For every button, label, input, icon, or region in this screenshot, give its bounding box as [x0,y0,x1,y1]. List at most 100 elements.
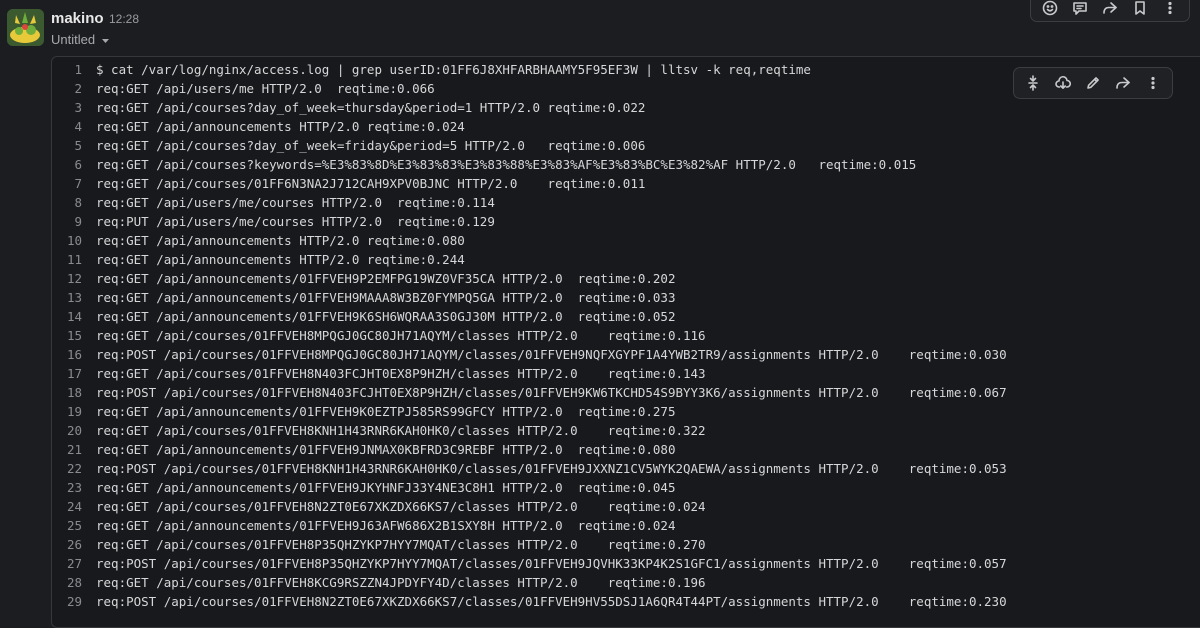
line-text: req:GET /api/announcements/01FFVEH9JNMAX… [96,442,676,457]
line-text: req:GET /api/courses/01FFVEH8N2ZT0E67XKZ… [96,499,706,514]
code-line: 12 req:GET /api/announcements/01FFVEH9P2E… [52,269,1200,288]
line-text: req:GET /api/courses/01FFVEH8KNH1H43RNR6… [96,423,706,438]
line-number: 27 [66,556,82,571]
line-text: req:GET /api/announcements HTTP/2.0 reqt… [96,119,465,134]
code-line: 19 req:GET /api/announcements/01FFVEH9K0E… [52,402,1200,421]
line-text: req:GET /api/announcements/01FFVEH9MAAA8… [96,290,676,305]
more-vertical-icon[interactable] [1142,72,1164,94]
line-number: 21 [66,442,82,457]
code-line: 23 req:GET /api/announcements/01FFVEH9JKY… [52,478,1200,497]
code-line: 13 req:GET /api/announcements/01FFVEH9MAA… [52,288,1200,307]
more-vertical-icon[interactable] [1159,0,1181,19]
line-text: req:GET /api/announcements/01FFVEH9K6SH6… [96,309,676,324]
edit-icon[interactable] [1082,72,1104,94]
line-number: 17 [66,366,82,381]
code-line: 6 req:GET /api/courses?keywords=%E3%83%8D… [52,155,1200,174]
line-number: 26 [66,537,82,552]
avatar-image [7,9,44,46]
bookmark-icon[interactable] [1129,0,1151,19]
line-text: req:GET /api/courses?day_of_week=friday&… [96,138,646,153]
snippet-actions-toolbar [1013,67,1173,99]
line-number: 6 [74,157,82,172]
snippet-title-dropdown[interactable]: Untitled [51,32,110,47]
line-number: 12 [66,271,82,286]
line-text: req:GET /api/announcements/01FFVEH9P2EMF… [96,271,676,286]
line-number: 29 [66,594,82,609]
line-number: 20 [66,423,82,438]
collapse-icon[interactable] [1022,72,1044,94]
code-line: 15 req:GET /api/courses/01FFVEH8MPQGJ0GC8… [52,326,1200,345]
line-number: 23 [66,480,82,495]
emoji-reaction-icon[interactable] [1039,0,1061,19]
chevron-down-icon [101,32,110,47]
line-number: 16 [66,347,82,362]
line-text: $ cat /var/log/nginx/access.log | grep u… [96,62,811,77]
line-text: req:GET /api/courses?keywords=%E3%83%8D%… [96,157,917,172]
code-snippet[interactable]: 1 $ cat /var/log/nginx/access.log | grep … [51,56,1200,628]
avatar[interactable] [7,9,44,46]
share-icon[interactable] [1112,72,1134,94]
reply-thread-icon[interactable] [1069,0,1091,19]
line-number: 25 [66,518,82,533]
code-line: 4 req:GET /api/announcements HTTP/2.0 req… [52,117,1200,136]
code-line: 18 req:POST /api/courses/01FFVEH8N403FCJH… [52,383,1200,402]
code-line: 16 req:POST /api/courses/01FFVEH8MPQGJ0GC… [52,345,1200,364]
line-text: req:GET /api/courses/01FF6N3NA2J712CAH9X… [96,176,646,191]
code-line: 9 req:PUT /api/users/me/courses HTTP/2.0 … [52,212,1200,231]
line-number: 9 [74,214,82,229]
message-author[interactable]: makino [51,10,104,27]
line-text: req:POST /api/courses/01FFVEH8N403FCJHT0… [96,385,1007,400]
line-text: req:POST /api/courses/01FFVEH8KNH1H43RNR… [96,461,1007,476]
line-number: 10 [66,233,82,248]
forward-icon[interactable] [1099,0,1121,19]
code-line: 5 req:GET /api/courses?day_of_week=friday… [52,136,1200,155]
line-text: req:GET /api/users/me HTTP/2.0 reqtime:0… [96,81,435,96]
code-line: 27 req:POST /api/courses/01FFVEH8P35QHZYK… [52,554,1200,573]
line-number: 7 [74,176,82,191]
line-text: req:GET /api/announcements HTTP/2.0 reqt… [96,252,465,267]
message-actions-toolbar [1030,0,1190,22]
line-number: 3 [74,100,82,115]
line-text: req:GET /api/courses/01FFVEH8MPQGJ0GC80J… [96,328,706,343]
line-text: req:GET /api/courses/01FFVEH8P35QHZYKP7H… [96,537,706,552]
code-line: 8 req:GET /api/users/me/courses HTTP/2.0 … [52,193,1200,212]
code-line: 24 req:GET /api/courses/01FFVEH8N2ZT0E67X… [52,497,1200,516]
line-number: 13 [66,290,82,305]
code-lines: 1 $ cat /var/log/nginx/access.log | grep … [52,60,1200,611]
code-line: 25 req:GET /api/announcements/01FFVEH9J63… [52,516,1200,535]
download-icon[interactable] [1052,72,1074,94]
code-line: 17 req:GET /api/courses/01FFVEH8N403FCJHT… [52,364,1200,383]
line-text: req:GET /api/courses/01FFVEH8KCG9RSZZN4J… [96,575,706,590]
line-text: req:PUT /api/users/me/courses HTTP/2.0 r… [96,214,495,229]
line-number: 2 [74,81,82,96]
code-line: 11 req:GET /api/announcements HTTP/2.0 re… [52,250,1200,269]
line-number: 28 [66,575,82,590]
line-number: 1 [74,62,82,77]
code-line: 14 req:GET /api/announcements/01FFVEH9K6S… [52,307,1200,326]
code-line: 22 req:POST /api/courses/01FFVEH8KNH1H43R… [52,459,1200,478]
line-text: req:GET /api/announcements HTTP/2.0 reqt… [96,233,465,248]
code-line: 7 req:GET /api/courses/01FF6N3NA2J712CAH9… [52,174,1200,193]
line-text: req:GET /api/announcements/01FFVEH9JKYHN… [96,480,676,495]
line-text: req:POST /api/courses/01FFVEH8MPQGJ0GC80… [96,347,1007,362]
code-line: 29 req:POST /api/courses/01FFVEH8N2ZT0E67… [52,592,1200,611]
code-line: 28 req:GET /api/courses/01FFVEH8KCG9RSZZN… [52,573,1200,592]
line-number: 8 [74,195,82,210]
line-text: req:POST /api/courses/01FFVEH8P35QHZYKP7… [96,556,1007,571]
line-number: 11 [66,252,82,267]
message-timestamp[interactable]: 12:28 [109,12,139,26]
snippet-title: Untitled [51,32,96,47]
code-line: 20 req:GET /api/courses/01FFVEH8KNH1H43RN… [52,421,1200,440]
line-number: 18 [66,385,82,400]
line-text: req:GET /api/announcements/01FFVEH9K0EZT… [96,404,676,419]
line-number: 5 [74,138,82,153]
code-line: 21 req:GET /api/announcements/01FFVEH9JNM… [52,440,1200,459]
code-line: 10 req:GET /api/announcements HTTP/2.0 re… [52,231,1200,250]
line-text: req:GET /api/announcements/01FFVEH9J63AF… [96,518,676,533]
line-text: req:GET /api/users/me/courses HTTP/2.0 r… [96,195,495,210]
code-line: 26 req:GET /api/courses/01FFVEH8P35QHZYKP… [52,535,1200,554]
code-line: 3 req:GET /api/courses?day_of_week=thursd… [52,98,1200,117]
line-number: 14 [66,309,82,324]
line-number: 22 [66,461,82,476]
line-text: req:POST /api/courses/01FFVEH8N2ZT0E67XK… [96,594,1007,609]
